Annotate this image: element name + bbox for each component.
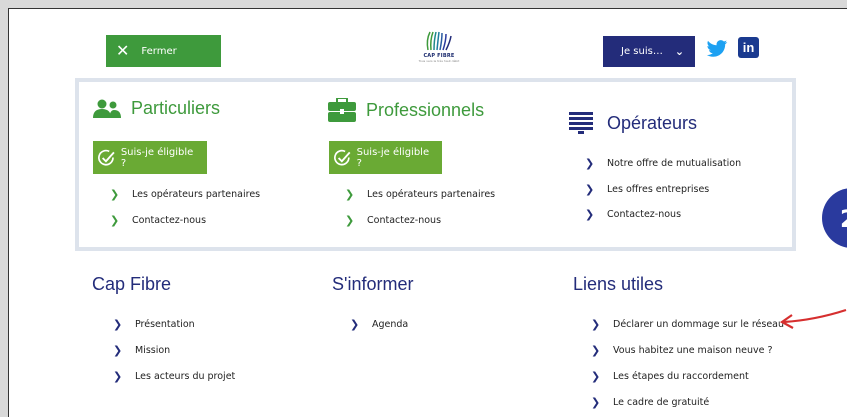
list-item[interactable]: ❯ Les étapes du raccordement (591, 363, 784, 389)
chevron-right-icon: ❯ (591, 317, 601, 331)
list-item[interactable]: ❯ Les opérateurs partenaires (110, 182, 260, 208)
particuliers-header: Particuliers (93, 98, 220, 119)
chevron-right-icon: ❯ (585, 157, 595, 171)
particuliers-eligibility-button[interactable]: Suis-je éligible ? (93, 141, 207, 174)
chevron-right-icon: ❯ (113, 317, 123, 331)
chevron-right-icon: ❯ (110, 213, 120, 227)
je-suis-dropdown[interactable]: Je suis… ⌄ (603, 36, 695, 67)
check-circle-icon (334, 149, 351, 165)
close-icon: ✕ (116, 41, 130, 60)
list-item[interactable]: ❯ Contactez-nous (110, 208, 260, 234)
close-button[interactable]: ✕ Fermer (106, 35, 221, 67)
chevron-right-icon: ❯ (591, 343, 601, 357)
chevron-right-icon: ❯ (113, 369, 123, 383)
server-icon (569, 112, 593, 134)
list-item[interactable]: ❯ Mission (113, 337, 235, 363)
list-item[interactable]: ❯ Agenda (350, 311, 408, 337)
list-item[interactable]: ❯ Les opérateurs partenaires (345, 182, 495, 208)
particuliers-links: ❯ Les opérateurs partenaires ❯ Contactez-n… (110, 182, 260, 233)
liens-utiles-links: ❯ Déclarer un dommage sur le réseau ❯ Vous… (591, 311, 784, 415)
professionnels-links: ❯ Les opérateurs partenaires ❯ Contactez-n… (345, 182, 495, 233)
logo-icon (426, 31, 452, 51)
list-item[interactable]: ❯ Contactez-nous (345, 208, 495, 234)
chevron-right-icon: ❯ (585, 182, 595, 196)
professionnels-header: Professionnels (328, 98, 484, 122)
chevron-right-icon: ❯ (113, 343, 123, 357)
particuliers-title: Particuliers (131, 98, 221, 118)
users-icon (93, 99, 121, 118)
operateurs-title: Opérateurs (607, 112, 698, 133)
professionnels-eligibility-label: Suis-je éligible ? (356, 146, 430, 169)
list-item[interactable]: ❯ Contactez-nous (585, 202, 741, 228)
operateurs-links: ❯ Notre offre de mutualisation ❯ Les offre… (585, 151, 741, 228)
chevron-right-icon: ❯ (585, 208, 595, 222)
list-item[interactable]: ❯ Présentation (113, 311, 235, 337)
list-item[interactable]: ❯ Déclarer un dommage sur le réseau (591, 311, 784, 337)
chevron-right-icon: ❯ (350, 317, 360, 331)
list-item[interactable]: ❯ Les acteurs du projet (113, 363, 235, 389)
operateurs-header: Opérateurs (569, 112, 697, 134)
logo-tagline: Tous vers le très haut débit (418, 59, 460, 63)
chevron-right-icon: ❯ (110, 188, 120, 202)
chevron-right-icon: ❯ (591, 395, 601, 409)
list-item[interactable]: ❯ Notre offre de mutualisation (585, 151, 741, 177)
chevron-right-icon: ❯ (345, 213, 355, 227)
liens-utiles-title: Liens utiles (573, 274, 664, 294)
annotation-arrow-icon (779, 308, 847, 329)
cap-fibre-logo[interactable]: CAP FIBRE Tous vers le très haut débit (418, 30, 460, 70)
cap-fibre-links: ❯ Présentation ❯ Mission ❯ Les acteurs du p… (113, 311, 235, 389)
cap-fibre-title: Cap Fibre (92, 274, 172, 294)
close-label: Fermer (141, 45, 177, 57)
professionnels-title: Professionnels (366, 99, 485, 120)
chevron-down-icon: ⌄ (674, 45, 685, 58)
list-item[interactable]: ❯ Les offres entreprises (585, 177, 741, 203)
check-circle-icon (98, 149, 115, 166)
briefcase-icon (328, 98, 356, 122)
sinformer-links: ❯ Agenda (350, 311, 408, 337)
chevron-right-icon: ❯ (591, 369, 601, 383)
chevron-right-icon: ❯ (345, 188, 355, 202)
particuliers-eligibility-label: Suis-je éligible ? (120, 146, 194, 169)
sinformer-title: S'informer (332, 274, 414, 294)
twitter-icon[interactable] (706, 39, 728, 59)
professionnels-eligibility-button[interactable]: Suis-je éligible ? (329, 141, 442, 174)
linkedin-icon[interactable]: in (738, 37, 759, 58)
list-item[interactable]: ❯ Le cadre de gratuité (591, 389, 784, 415)
je-suis-label: Je suis… (621, 46, 663, 57)
annotation-step-number: 2 (840, 205, 847, 233)
list-item[interactable]: ❯ Vous habitez une maison neuve ? (591, 337, 784, 363)
